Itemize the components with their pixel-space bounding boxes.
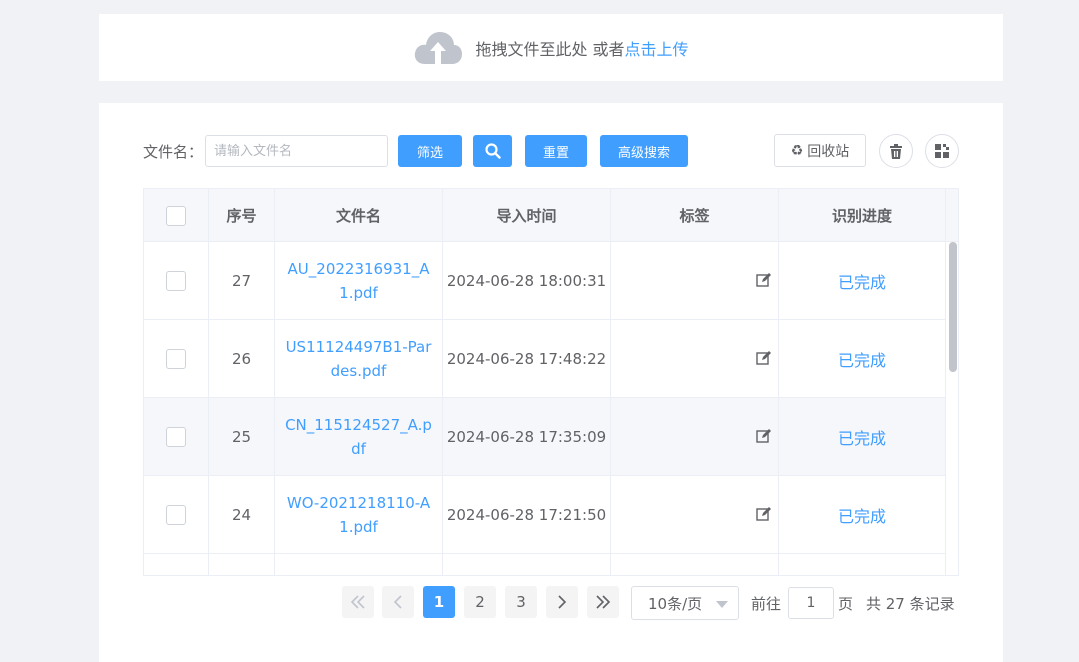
filename-label: 文件名：: [143, 143, 204, 161]
filename-search-input[interactable]: [205, 135, 388, 167]
file-name-link[interactable]: WO-2021218110-A1.pdf: [284, 491, 434, 539]
table-row[interactable]: [144, 554, 946, 575]
select-all-checkbox[interactable]: [166, 205, 186, 226]
file-name-link[interactable]: CN_115124527_A.pdf: [284, 413, 434, 461]
prev-page-button[interactable]: [382, 586, 414, 618]
delete-button[interactable]: [879, 134, 913, 168]
recycle-bin-button[interactable]: ♻ 回收站: [774, 134, 866, 167]
search-icon: [484, 143, 501, 159]
table-row[interactable]: 24 WO-2021218110-A1.pdf 2024-06-28 17:21…: [144, 476, 946, 554]
import-time: 2024-06-28 17:35:09: [446, 427, 607, 446]
page-3-button[interactable]: 3: [505, 586, 537, 618]
edit-tag-icon[interactable]: [756, 428, 772, 447]
row-index: 25: [231, 427, 252, 446]
progress-status: 已完成: [837, 428, 886, 448]
goto-prefix: 前往: [751, 595, 782, 613]
caret-down-icon: [716, 601, 728, 608]
filter-button[interactable]: 筛选: [398, 135, 462, 167]
upload-hint: 拖拽文件至此处 或者: [475, 39, 625, 59]
header-checkbox-cell: [144, 189, 209, 242]
import-time: 2024-06-28 18:00:31: [446, 271, 607, 290]
chevron-right-icon: [557, 595, 567, 609]
progress-status: 已完成: [837, 506, 886, 526]
search-button[interactable]: [473, 135, 512, 167]
double-chevron-right-icon: [595, 595, 611, 609]
goto-suffix: 页: [838, 595, 854, 613]
grid-icon: [934, 143, 950, 159]
double-chevron-left-icon: [350, 595, 366, 609]
header-index: 序号: [209, 189, 275, 242]
progress-status: 已完成: [837, 272, 886, 292]
file-table: 序号 文件名 导入时间 标签 识别进度 27 AU_2022316931_A1.…: [143, 188, 959, 576]
last-page-button[interactable]: [587, 586, 619, 618]
edit-tag-icon[interactable]: [756, 350, 772, 369]
progress-status: 已完成: [837, 350, 886, 370]
row-checkbox[interactable]: [166, 348, 186, 369]
trash-icon: [889, 143, 903, 159]
page-size-select[interactable]: 10条/页: [631, 586, 739, 620]
row-index: 27: [231, 271, 252, 290]
goto-page-input[interactable]: [788, 587, 834, 619]
table-scrollbar[interactable]: [946, 242, 958, 575]
page-2-button[interactable]: 2: [464, 586, 496, 618]
recycle-bin-label: 回收站: [807, 143, 850, 160]
table-row[interactable]: 27 AU_2022316931_A1.pdf 2024-06-28 18:00…: [144, 242, 946, 320]
header-progress: 识别进度: [779, 189, 946, 242]
page-1-button[interactable]: 1: [423, 586, 455, 618]
total-records: 共 27 条记录: [866, 595, 955, 613]
cloud-upload-icon: [413, 28, 463, 68]
scrollbar-gutter: [946, 189, 958, 242]
scrollbar-thumb[interactable]: [949, 242, 957, 372]
row-checkbox[interactable]: [166, 426, 186, 447]
file-list-panel: 文件名： 筛选 重置 高级搜索 ♻ 回收站: [99, 103, 1003, 662]
header-import-time: 导入时间: [443, 189, 611, 242]
table-header: 序号 文件名 导入时间 标签 识别进度: [144, 189, 946, 242]
row-checkbox[interactable]: [166, 504, 186, 525]
file-name-link[interactable]: AU_2022316931_A1.pdf: [284, 257, 434, 305]
header-filename: 文件名: [275, 189, 443, 242]
import-time: 2024-06-28 17:48:22: [446, 349, 607, 368]
row-index: 26: [231, 349, 252, 368]
import-time: 2024-06-28 17:21:50: [446, 505, 607, 524]
click-upload-link[interactable]: 点击上传: [625, 36, 689, 60]
file-name-link[interactable]: US11124497B1-Pardes.pdf: [284, 335, 434, 383]
edit-tag-icon[interactable]: [756, 506, 772, 525]
row-index: 24: [231, 505, 252, 524]
page-size-value: 10条/页: [648, 594, 703, 613]
upload-dropzone[interactable]: 拖拽文件至此处 或者 点击上传: [99, 14, 1003, 81]
table-body: 27 AU_2022316931_A1.pdf 2024-06-28 18:00…: [144, 242, 946, 575]
header-tags: 标签: [611, 189, 779, 242]
column-settings-button[interactable]: [925, 134, 959, 168]
table-row[interactable]: 26 US11124497B1-Pardes.pdf 2024-06-28 17…: [144, 320, 946, 398]
row-checkbox[interactable]: [166, 270, 186, 291]
edit-tag-icon[interactable]: [756, 272, 772, 291]
next-page-button[interactable]: [546, 586, 578, 618]
recycle-icon: ♻: [790, 142, 804, 159]
table-row[interactable]: 25 CN_115124527_A.pdf 2024-06-28 17:35:0…: [144, 398, 946, 476]
advanced-search-button[interactable]: 高级搜索: [600, 135, 688, 167]
first-page-button[interactable]: [342, 586, 374, 618]
reset-button[interactable]: 重置: [525, 135, 587, 167]
chevron-left-icon: [393, 595, 403, 609]
